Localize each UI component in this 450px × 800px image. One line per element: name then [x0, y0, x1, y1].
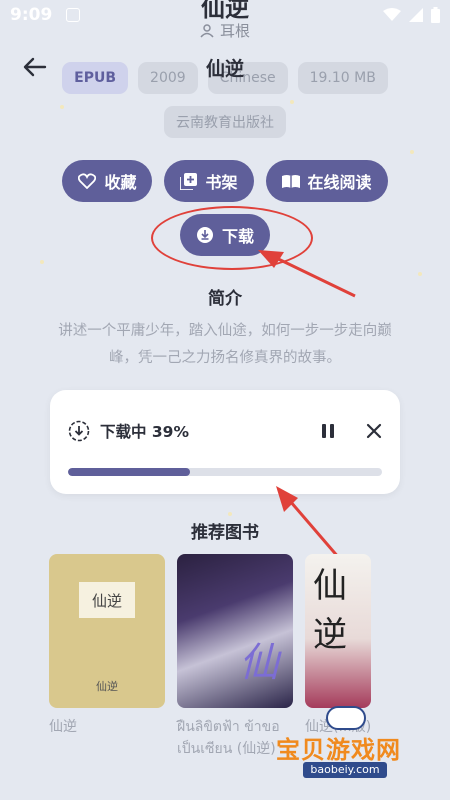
gamepad-icon: [326, 706, 366, 730]
synopsis-heading: 简介: [208, 289, 242, 309]
book-caption-2-line2: เป็นเซียน (仙逆): [177, 741, 276, 757]
download-controls: [320, 423, 382, 439]
book-caption-2-line1: ฝืนลิขิตฟ้า ข้าขอ: [177, 719, 280, 735]
publisher-chip: 云南教育出版社: [164, 106, 286, 138]
download-progress-icon: [68, 420, 90, 442]
cover-footer-1: 仙逆: [96, 680, 118, 693]
book-cover-1[interactable]: 仙逆 仙逆: [49, 554, 165, 708]
synopsis-text: 讲述一个平庸少年，踏入仙途，如何一步一步走向巅峰，凭一己之力扬名修真界的故事。: [58, 323, 392, 366]
book-cover-3[interactable]: 仙逆: [305, 554, 371, 708]
book-title-overlay: 仙逆: [205, 58, 244, 80]
watermark-url: baobeiy.com: [303, 762, 387, 778]
annotation-ellipse: [151, 206, 313, 270]
watermark-text: 宝贝游戏网: [276, 736, 401, 764]
cover-title-3: 仙逆: [313, 566, 347, 655]
pause-icon[interactable]: [320, 423, 336, 439]
heart-icon: [78, 173, 97, 189]
bookshelf-button[interactable]: 书架: [164, 160, 254, 202]
download-status: 下载中 39%: [100, 423, 189, 441]
book-open-icon: [281, 174, 300, 188]
read-online-button[interactable]: 在线阅读: [265, 160, 388, 202]
book-cover-2[interactable]: 仙: [177, 554, 293, 708]
close-icon[interactable]: [366, 423, 382, 439]
download-progress-fill: [68, 468, 191, 476]
library-add-icon: [180, 172, 198, 190]
book-caption-2[interactable]: ฝืนลิขิตฟ้า ข้าขอ เป็นเซียน (仙逆): [177, 716, 280, 760]
recommendation-list: 仙逆 仙逆 仙 仙逆: [49, 554, 371, 708]
action-buttons: 收藏 书架 在线阅读: [0, 160, 450, 202]
author-name: 耳根: [219, 22, 250, 40]
book-caption-1[interactable]: 仙逆: [49, 716, 77, 738]
favorite-label: 收藏: [104, 173, 137, 192]
download-progress-card: 下载中 39%: [50, 390, 400, 494]
download-status-row: 下载中 39%: [68, 420, 382, 442]
download-progress-bar: [68, 468, 382, 476]
recommendations-heading: 推荐图书: [191, 523, 259, 543]
favorite-button[interactable]: 收藏: [62, 160, 153, 202]
person-icon: [200, 23, 214, 38]
bookshelf-label: 书架: [205, 173, 238, 192]
cover-title-1: 仙逆: [79, 582, 135, 618]
cover-title-2: 仙: [239, 640, 279, 686]
publisher-row: 云南教育出版社: [0, 106, 450, 138]
author-row: 耳根: [0, 20, 450, 41]
read-online-label: 在线阅读: [307, 173, 372, 192]
